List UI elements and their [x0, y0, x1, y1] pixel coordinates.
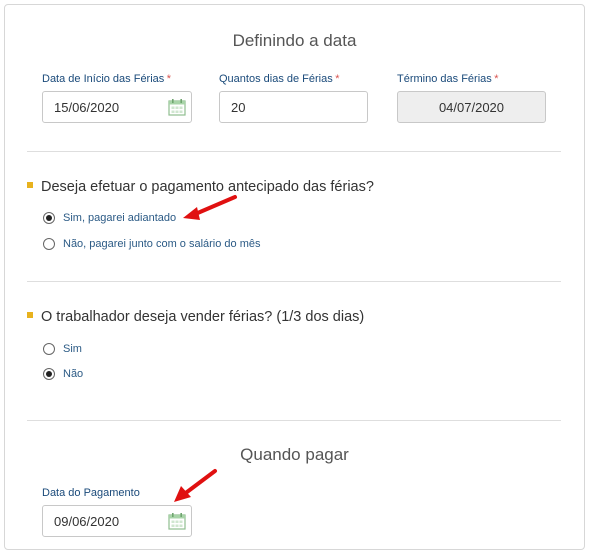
end-date-label: Término das Férias * [397, 73, 498, 85]
payment-date-label: Data do Pagamento [42, 487, 140, 499]
start-date-input[interactable]: 15/06/2020 [42, 91, 192, 123]
end-date-input: 04/07/2020 [397, 91, 546, 123]
end-date-label-text: Término das Férias [397, 73, 492, 85]
radio-label: Não [63, 368, 84, 380]
required-marker: * [166, 73, 171, 85]
required-marker: * [493, 73, 499, 85]
section-title-payment: Quando pagar [240, 445, 349, 464]
annotation-arrow-icon [174, 469, 217, 502]
days-value: 20 [231, 100, 246, 115]
radio-option-sell-yes[interactable]: Sim [43, 343, 82, 355]
radio-option-advance-yes[interactable]: Sim, pagarei adiantado [43, 212, 176, 224]
radio-label: Sim, pagarei adiantado [63, 212, 177, 224]
required-marker: * [334, 73, 340, 85]
divider [27, 420, 561, 421]
days-input[interactable]: 20 [219, 91, 368, 123]
days-label: Quantos dias de Férias * [219, 73, 339, 85]
payment-date-value: 09/06/2020 [54, 514, 120, 529]
radio-option-sell-no[interactable]: Não [43, 368, 83, 380]
divider [27, 281, 561, 282]
radio-button[interactable] [43, 343, 55, 355]
start-date-value: 15/06/2020 [54, 100, 120, 115]
section-title-dates: Definindo a data [232, 31, 357, 50]
annotation-arrow-icon [183, 195, 237, 220]
days-label-text: Quantos dias de Férias [219, 73, 333, 85]
divider [27, 151, 561, 152]
question-sell-vacation: O trabalhador deseja vender férias? (1/3… [27, 309, 364, 325]
calendar-icon[interactable] [168, 98, 186, 116]
start-date-label-text: Data de Início das Férias [42, 73, 165, 85]
start-date-label: Data de Início das Férias * [42, 73, 171, 85]
radio-option-advance-no[interactable]: Não, pagarei junto com o salário do mês [43, 238, 261, 250]
question-sell-vacation-text: O trabalhador deseja vender férias? (1/3… [41, 309, 365, 325]
calendar-icon[interactable] [168, 512, 186, 530]
radio-button-checked[interactable] [43, 212, 55, 224]
radio-label: Sim [63, 343, 82, 355]
radio-button-checked[interactable] [43, 368, 55, 380]
bullet-icon [27, 182, 33, 189]
radio-label: Não, pagarei junto com o salário do mês [63, 238, 261, 250]
bullet-icon [27, 312, 33, 319]
end-date-value: 04/07/2020 [438, 100, 505, 115]
radio-button[interactable] [43, 238, 55, 250]
payment-date-input[interactable]: 09/06/2020 [42, 505, 192, 537]
vacation-form-card: Definindo a data Data de Início das Féri… [4, 4, 585, 550]
